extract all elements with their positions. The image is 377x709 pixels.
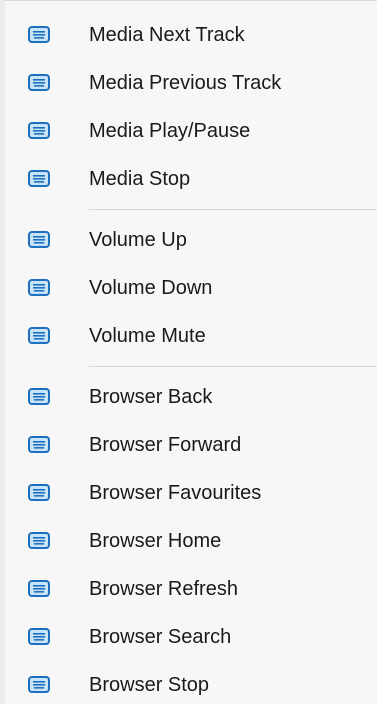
- menu-item-media-previous-track[interactable]: Media Previous Track: [5, 59, 377, 107]
- menu-item-browser-forward[interactable]: Browser Forward: [5, 421, 377, 469]
- menu-list: Media Next Track Media Previous Track Me…: [5, 11, 377, 709]
- menu-item-media-stop[interactable]: Media Stop: [5, 155, 377, 203]
- menu-item-label: Browser Stop: [89, 674, 210, 696]
- keyboard-icon: [28, 122, 50, 139]
- menu-item-label: Volume Down: [89, 277, 213, 299]
- menu-item-volume-up[interactable]: Volume Up: [5, 216, 377, 264]
- keyboard-icon: [28, 231, 50, 248]
- menu-item-label: Media Next Track: [89, 24, 245, 46]
- menu-item-volume-down[interactable]: Volume Down: [5, 264, 377, 312]
- menu-item-browser-back[interactable]: Browser Back: [5, 373, 377, 421]
- keyboard-icon: [28, 26, 50, 43]
- menu-item-label: Media Stop: [89, 168, 191, 190]
- keyboard-icon: [28, 74, 50, 91]
- menu-item-label: Volume Up: [89, 229, 187, 251]
- keyboard-icon: [28, 484, 50, 501]
- keyboard-icon: [28, 436, 50, 453]
- menu-item-label: Browser Home: [89, 530, 222, 552]
- menu-item-browser-home[interactable]: Browser Home: [5, 517, 377, 565]
- menu-separator: [5, 360, 377, 373]
- menu-item-media-play-pause[interactable]: Media Play/Pause: [5, 107, 377, 155]
- menu-item-label: Browser Back: [89, 386, 213, 408]
- keyboard-icon: [28, 580, 50, 597]
- menu-item-browser-favourites[interactable]: Browser Favourites: [5, 469, 377, 517]
- menu-item-browser-refresh[interactable]: Browser Refresh: [5, 565, 377, 613]
- menu-item-label: Media Previous Track: [89, 72, 282, 94]
- context-menu: Media Next Track Media Previous Track Me…: [5, 0, 377, 704]
- menu-item-label: Media Play/Pause: [89, 120, 251, 142]
- keyboard-icon: [28, 279, 50, 296]
- menu-item-label: Browser Favourites: [89, 482, 262, 504]
- menu-item-label: Volume Mute: [89, 325, 206, 347]
- keyboard-icon: [28, 532, 50, 549]
- menu-item-browser-stop[interactable]: Browser Stop: [5, 661, 377, 709]
- keyboard-icon: [28, 170, 50, 187]
- keyboard-icon: [28, 327, 50, 344]
- menu-item-media-next-track[interactable]: Media Next Track: [5, 11, 377, 59]
- keyboard-icon: [28, 676, 50, 693]
- menu-separator: [5, 203, 377, 216]
- menu-item-browser-search[interactable]: Browser Search: [5, 613, 377, 661]
- menu-item-label: Browser Search: [89, 626, 232, 648]
- keyboard-icon: [28, 388, 50, 405]
- menu-item-volume-mute[interactable]: Volume Mute: [5, 312, 377, 360]
- menu-item-label: Browser Refresh: [89, 578, 238, 600]
- keyboard-icon: [28, 628, 50, 645]
- menu-item-label: Browser Forward: [89, 434, 242, 456]
